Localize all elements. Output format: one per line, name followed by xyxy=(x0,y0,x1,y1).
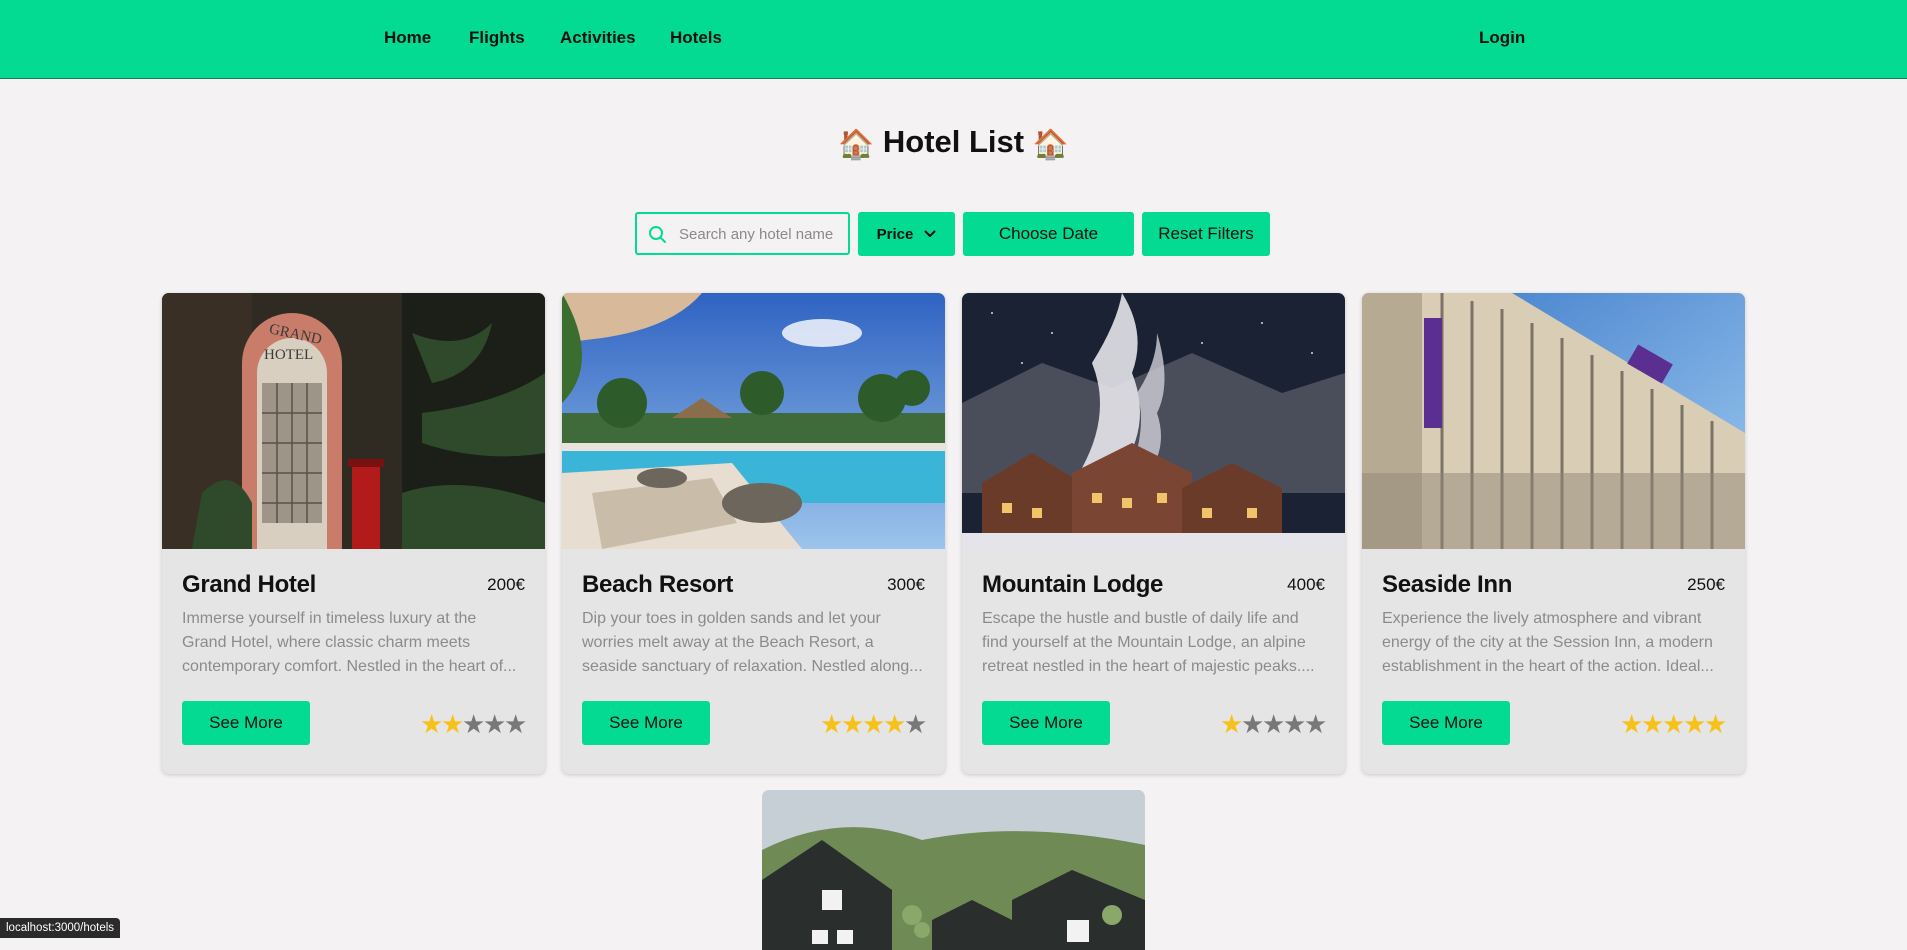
star-filled-icon: ★ xyxy=(841,711,862,737)
hotel-price: 300€ xyxy=(887,575,925,595)
hotel-description: Immerse yourself in timeless luxury at t… xyxy=(182,607,525,679)
page-title: 🏠 Hotel List 🏠 xyxy=(0,124,1907,162)
star-filled-icon: ★ xyxy=(420,711,441,737)
star-filled-icon: ★ xyxy=(862,711,883,737)
page-title-text: Hotel List xyxy=(883,124,1024,159)
hotel-image xyxy=(1362,293,1745,549)
see-more-button[interactable]: See More xyxy=(982,701,1110,745)
search-input[interactable] xyxy=(677,222,846,247)
star-empty-icon: ★ xyxy=(483,711,504,737)
price-dropdown-label: Price xyxy=(877,226,914,243)
star-filled-icon: ★ xyxy=(1704,711,1725,737)
reset-filters-button[interactable]: Reset Filters xyxy=(1142,212,1270,256)
star-filled-icon: ★ xyxy=(820,711,841,737)
price-dropdown[interactable]: Price xyxy=(858,212,955,256)
star-filled-icon: ★ xyxy=(1620,711,1641,737)
star-filled-icon: ★ xyxy=(1683,711,1704,737)
hotel-name: Mountain Lodge xyxy=(982,571,1163,599)
hotel-card: Mountain Lodge 400€ Escape the hustle an… xyxy=(962,293,1345,774)
hotel-card: Seaside Inn 250€ Experience the lively a… xyxy=(1362,293,1745,774)
rating-stars: ★★★★★ xyxy=(820,711,925,737)
nav-link-flights[interactable]: Flights xyxy=(469,28,525,48)
star-filled-icon: ★ xyxy=(1220,711,1241,737)
star-empty-icon: ★ xyxy=(1241,711,1262,737)
star-empty-icon: ★ xyxy=(462,711,483,737)
search-box[interactable] xyxy=(635,212,850,255)
search-icon xyxy=(648,225,668,245)
hotel-name: Seaside Inn xyxy=(1382,571,1512,599)
login-link[interactable]: Login xyxy=(1479,28,1525,48)
choose-date-button[interactable]: Choose Date xyxy=(963,212,1134,256)
star-filled-icon: ★ xyxy=(1662,711,1683,737)
hotel-card xyxy=(762,790,1145,950)
rating-stars: ★★★★★ xyxy=(1620,711,1725,737)
star-filled-icon: ★ xyxy=(1641,711,1662,737)
top-navbar: Home Flights Activities Hotels Login xyxy=(0,0,1907,79)
nav-link-hotels[interactable]: Hotels xyxy=(670,28,722,48)
svg-text:HOTEL: HOTEL xyxy=(264,347,313,363)
hotel-description: Experience the lively atmosphere and vib… xyxy=(1382,607,1725,679)
see-more-button[interactable]: See More xyxy=(1382,701,1510,745)
rating-stars: ★★★★★ xyxy=(1220,711,1325,737)
hotel-image xyxy=(962,293,1345,549)
star-filled-icon: ★ xyxy=(883,711,904,737)
hotel-card: GRAND HOTEL Grand Hotel 200€ Immerse you… xyxy=(162,293,545,774)
hotel-image xyxy=(762,790,1145,950)
star-empty-icon: ★ xyxy=(1262,711,1283,737)
star-empty-icon: ★ xyxy=(504,711,525,737)
hotel-description: Escape the hustle and bustle of daily li… xyxy=(982,607,1325,679)
hotel-price: 250€ xyxy=(1687,575,1725,595)
browser-status-url: localhost:3000/hotels xyxy=(0,918,120,938)
chevron-down-icon xyxy=(924,230,936,238)
hotel-name: Grand Hotel xyxy=(182,571,316,599)
see-more-button[interactable]: See More xyxy=(182,701,310,745)
hotel-image xyxy=(562,293,945,549)
house-icon: 🏠 xyxy=(838,129,874,161)
star-filled-icon: ★ xyxy=(441,711,462,737)
house-icon: 🏠 xyxy=(1033,129,1069,161)
star-empty-icon: ★ xyxy=(904,711,925,737)
hotel-card: Beach Resort 300€ Dip your toes in golde… xyxy=(562,293,945,774)
rating-stars: ★★★★★ xyxy=(420,711,525,737)
hotel-image: GRAND HOTEL xyxy=(162,293,545,549)
hotel-price: 400€ xyxy=(1287,575,1325,595)
hotel-description: Dip your toes in golden sands and let yo… xyxy=(582,607,925,679)
star-empty-icon: ★ xyxy=(1283,711,1304,737)
hotel-price: 200€ xyxy=(487,575,525,595)
see-more-button[interactable]: See More xyxy=(582,701,710,745)
star-empty-icon: ★ xyxy=(1304,711,1325,737)
nav-link-activities[interactable]: Activities xyxy=(560,28,636,48)
nav-link-home[interactable]: Home xyxy=(384,28,431,48)
hotel-name: Beach Resort xyxy=(582,571,733,599)
